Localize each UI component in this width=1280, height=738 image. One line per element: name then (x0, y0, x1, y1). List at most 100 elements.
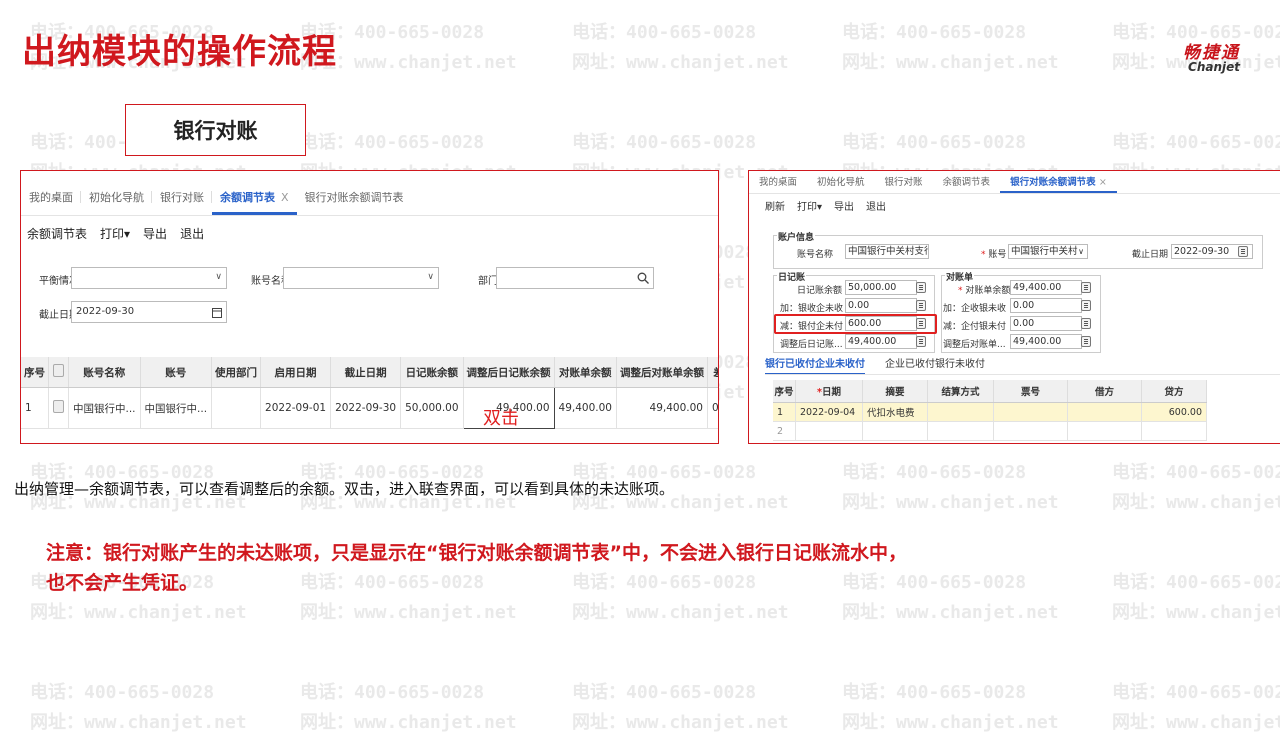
calculator-icon[interactable] (1081, 336, 1091, 347)
cutoff-date-value: 2022-09-30 (76, 306, 135, 317)
close-icon[interactable]: X (281, 191, 289, 204)
tab-label: 我的桌面 (29, 191, 73, 204)
cell-select[interactable] (48, 387, 69, 429)
right-toolbar: 刷新 打印▾ 导出 退出 (765, 198, 886, 213)
tab-balance-adjust[interactable]: 余额调节表 X (212, 189, 297, 215)
cell-start-date: 2022-09-01 (260, 387, 332, 429)
checkbox[interactable] (53, 400, 64, 413)
tab-bank-done-company-pending[interactable]: 银行已收付企业未收付 (765, 355, 865, 375)
watermark-text: 电话：400-665-0028网址：www.chanjet.net (842, 462, 1059, 513)
balance-adjust-table: 序号 账号名称 账号 使用部门 启用日期 截止日期 日记账余额 调整后日记账余额… (21, 357, 718, 429)
cutoff-date-input[interactable]: 2022-09-30 (71, 301, 227, 323)
company-paid-field[interactable]: 0.00 (1010, 316, 1082, 331)
note-text: 注意：银行对账产生的未达账项，只是显示在“银行对账余额调节表”中，不会进入银行日… (46, 538, 907, 598)
calculator-icon[interactable] (916, 336, 926, 347)
col-header: 账号名称 (68, 357, 141, 388)
tab-bank-balance-adjust[interactable]: 银行对账余额调节表 (297, 189, 412, 215)
print-button[interactable]: 打印▾ (100, 225, 130, 242)
tab-label: 初始化导航 (89, 191, 144, 204)
company-received-field[interactable]: 0.00 (1010, 298, 1082, 313)
account-select[interactable]: 中国银行中关村 ∨ (1008, 244, 1088, 259)
cell-credit (1141, 421, 1207, 441)
tab-label: 银行对账余额调节表 (1010, 177, 1096, 188)
calculator-icon[interactable] (1081, 282, 1091, 293)
calendar-icon (212, 308, 222, 318)
dept-search-input[interactable] (496, 267, 654, 289)
bank-balance-adjust-detail-screen: 我的桌面 初始化导航 银行对账 余额调节表 银行对账余额调节表 × 刷新 打印▾… (748, 170, 1280, 444)
cell-ticket (993, 421, 1068, 441)
checkbox[interactable] (53, 364, 64, 377)
account-name-field[interactable]: 中国银行中关村支行 (845, 244, 929, 259)
exit-button[interactable]: 退出 (866, 198, 886, 213)
exit-button[interactable]: 退出 (180, 225, 204, 242)
cutoff-date-field[interactable]: 2022-09-30 (1171, 244, 1253, 259)
tab-my-desktop[interactable]: 我的桌面 (21, 189, 81, 215)
col-header: 对账单余额 (554, 357, 618, 388)
tab-init-nav[interactable]: 初始化导航 (81, 189, 152, 215)
col-header-select[interactable] (48, 357, 69, 388)
account-select-value: 中国银行中关村 (1011, 246, 1078, 257)
close-icon[interactable]: × (1099, 177, 1107, 188)
balance-status-select[interactable]: ∨ (71, 267, 227, 289)
tab-label: 余额调节表 (220, 191, 275, 204)
tab-bank-reconcile[interactable]: 银行对账 (152, 189, 212, 215)
adjusted-journal-field[interactable]: 49,400.00 (845, 334, 917, 349)
cell-summary (862, 421, 928, 441)
cell-debit (1067, 402, 1142, 422)
statement-row-label: 调整后对账单... (943, 340, 1006, 350)
calculator-icon[interactable] (1081, 318, 1091, 329)
col-header: 调整后日记账余额 (463, 357, 555, 388)
bank-received-field[interactable]: 0.00 (845, 298, 917, 313)
export-button[interactable]: 导出 (143, 225, 167, 242)
left-toolbar: 余额调节表 打印▾ 导出 退出 (27, 225, 204, 242)
col-header: 票号 (993, 380, 1068, 403)
refresh-button[interactable]: 刷新 (765, 198, 785, 213)
col-header: 账号 (140, 357, 213, 388)
calculator-icon[interactable] (916, 300, 926, 311)
cutoff-date-value: 2022-09-30 (1174, 246, 1230, 257)
calculator-icon[interactable] (1081, 300, 1091, 311)
adjusted-statement-field[interactable]: 49,400.00 (1010, 334, 1082, 349)
col-header: 序号 (21, 357, 49, 388)
export-button[interactable]: 导出 (834, 198, 854, 213)
calendar-icon (1238, 246, 1248, 257)
col-header: 截止日期 (330, 357, 402, 388)
table-row[interactable]: 1 中国银行中... 中国银行中... 2022-09-01 2022-09-3… (21, 387, 718, 429)
account-name-select[interactable]: ∨ (283, 267, 439, 289)
col-header: 借方 (1067, 380, 1142, 403)
cell-dept (211, 387, 262, 429)
journal-balance-field[interactable]: 50,000.00 (845, 280, 917, 295)
table-header-row: 序号 账号名称 账号 使用部门 启用日期 截止日期 日记账余额 调整后日记账余额… (21, 357, 718, 388)
description-text: 出纳管理—余额调节表，可以查看调整后的余额。双击，进入联查界面，可以看到具体的未… (14, 480, 675, 498)
outstanding-items-table: 序号 *日期 摘要 结算方式 票号 借方 贷方 1 2022-09-04 代扣水… (773, 380, 1207, 441)
journal-row-label: 日记账余额 (797, 286, 843, 296)
cell-credit: 600.00 (1141, 402, 1207, 422)
account-label-text: 账号 (988, 250, 1007, 260)
statement-row-label: 加：企收银未收 (943, 304, 1007, 314)
section-label: 银行对账 (125, 104, 306, 156)
col-header: 结算方式 (927, 380, 994, 403)
tab-company-done-bank-pending[interactable]: 企业已收付银行未收付 (885, 355, 985, 375)
account-label: * 账号 (981, 250, 1007, 260)
detail-subtabs: 银行已收付企业未收付 企业已收付银行未收付 (765, 355, 985, 375)
watermark-text: 电话：400-665-0028网址：www.chanjet.net (1112, 682, 1280, 733)
tab-label: 银行对账余额调节表 (304, 191, 404, 204)
tab-balance-adjust[interactable]: 余额调节表 (933, 174, 1001, 193)
statement-row-label: * 对账单余额 (958, 286, 1011, 296)
tab-init-nav[interactable]: 初始化导航 (807, 174, 875, 193)
table-row[interactable]: 2 (773, 421, 1207, 441)
cell-journal-balance: 50,000.00 (400, 387, 464, 429)
calculator-icon[interactable] (916, 282, 926, 293)
tab-my-desktop[interactable]: 我的桌面 (749, 174, 807, 193)
col-header: 序号 (773, 380, 796, 403)
note-line-2: 也不会产生凭证。 (46, 572, 199, 594)
balance-table-button[interactable]: 余额调节表 (27, 225, 87, 242)
table-row[interactable]: 1 2022-09-04 代扣水电费 600.00 (773, 402, 1207, 422)
statement-balance-field[interactable]: 49,400.00 (1010, 280, 1082, 295)
table-header-row: 序号 *日期 摘要 结算方式 票号 借方 贷方 (773, 380, 1207, 403)
tab-bank-balance-adjust[interactable]: 银行对账余额调节表 × (1000, 174, 1117, 193)
logo-en-text: Chanjet (1188, 60, 1240, 74)
tab-bank-reconcile[interactable]: 银行对账 (875, 174, 933, 193)
search-icon (637, 272, 649, 284)
print-button[interactable]: 打印▾ (797, 198, 822, 213)
